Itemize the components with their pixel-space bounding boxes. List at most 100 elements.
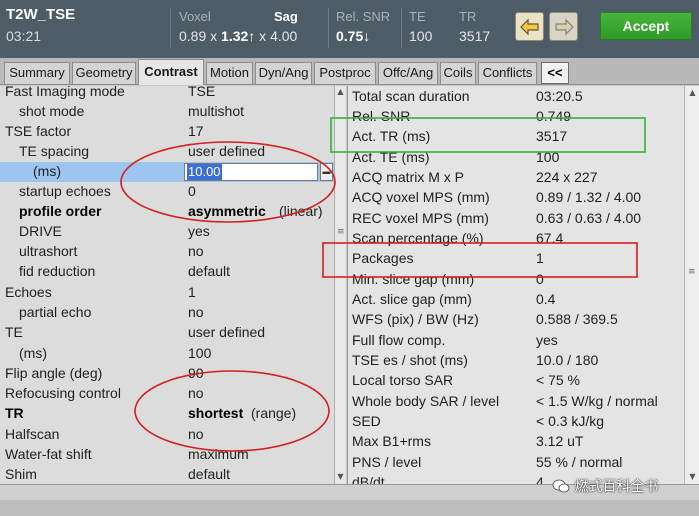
info-name: Total scan duration xyxy=(352,88,470,104)
voxel-z: 4.00 xyxy=(270,28,298,44)
info-row: REC voxel MPS (mm) 0.63 / 0.63 / 4.00 xyxy=(348,209,684,229)
info-value: 0.89 / 1.32 / 4.00 xyxy=(536,189,642,205)
param-value: default xyxy=(188,466,231,482)
param-value: no xyxy=(188,304,204,320)
tab-geometry[interactable]: Geometry xyxy=(72,62,136,84)
info-name: SED xyxy=(352,413,381,429)
info-name: Whole body SAR / level xyxy=(352,393,500,409)
info-name: PNS / level xyxy=(352,454,422,470)
param-value: user defined xyxy=(188,324,266,340)
parameter-scrollbar[interactable]: ▲ ≡ ▼ xyxy=(334,86,346,484)
te-spacing-input[interactable]: 10.00 xyxy=(184,163,318,181)
param-name: Shim xyxy=(5,466,37,482)
scroll-up-icon[interactable]: ▲ xyxy=(686,86,699,99)
tr-label: TR xyxy=(459,9,477,24)
info-name: Local torso SAR xyxy=(352,372,454,388)
param-row[interactable]: Shim default xyxy=(0,465,334,484)
info-value: < 0.3 kJ/kg xyxy=(536,413,605,429)
wechat-icon xyxy=(552,479,570,493)
param-name: Halfscan xyxy=(5,426,60,442)
info-row: TSE es / shot (ms) 10.0 / 180 xyxy=(348,351,684,371)
info-name: WFS (pix) / BW (Hz) xyxy=(352,311,479,327)
tab-conflicts[interactable]: Conflicts xyxy=(478,62,537,84)
tab-dyn-ang[interactable]: Dyn/Ang xyxy=(255,62,312,84)
info-value: 100 xyxy=(536,149,560,165)
param-row[interactable]: Fast Imaging mode TSE xyxy=(0,86,334,102)
tab-postproc[interactable]: Postproc xyxy=(314,62,376,84)
param-row[interactable]: DRIVE yes xyxy=(0,222,334,242)
param-row[interactable]: (ms) 100 xyxy=(0,344,334,364)
collapse-panel-button[interactable]: << xyxy=(541,62,569,84)
param-name: Water-fat shift xyxy=(5,446,92,462)
param-row-selected[interactable]: (ms) 10.00 ▬ xyxy=(0,162,334,182)
rel-snr-number: 0.75 xyxy=(336,28,364,44)
tab-summary[interactable]: Summary xyxy=(4,62,70,84)
info-name: Rel. SNR xyxy=(352,108,411,124)
param-name: TE spacing xyxy=(19,143,90,159)
info-value: 0 xyxy=(536,271,544,287)
param-row[interactable]: TSE factor 17 xyxy=(0,122,334,142)
info-scrollbar[interactable]: ▲ ≡ ▼ xyxy=(684,86,699,484)
info-row: Act. slice gap (mm) 0.4 xyxy=(348,290,684,310)
voxel-y: 1.32 xyxy=(221,28,249,44)
info-value: 3.12 uT xyxy=(536,433,584,449)
info-value: 224 x 227 xyxy=(536,169,598,185)
param-row[interactable]: Halfscan no xyxy=(0,425,334,445)
scan-time: 03:21 xyxy=(6,28,42,44)
param-value: default xyxy=(188,263,231,279)
info-row: Act. TR (ms) 3517 xyxy=(348,127,684,147)
scroll-up-icon[interactable]: ▲ xyxy=(335,86,346,98)
scroll-down-icon[interactable]: ▼ xyxy=(686,470,699,483)
info-row: Act. TE (ms) 100 xyxy=(348,148,684,168)
info-name: Act. slice gap (mm) xyxy=(352,291,472,307)
info-name: TSE es / shot (ms) xyxy=(352,352,468,368)
param-value: maximum xyxy=(188,446,249,462)
param-row[interactable]: Flip angle (deg) 90 xyxy=(0,364,334,384)
redo-button[interactable] xyxy=(549,12,578,41)
param-name: Echoes xyxy=(5,284,52,300)
undo-button[interactable] xyxy=(515,12,544,41)
scroll-grip-icon[interactable]: ≡ xyxy=(337,228,345,237)
param-name: partial echo xyxy=(19,304,92,320)
voxel-sep-2: x xyxy=(259,28,267,44)
te-label: TE xyxy=(409,9,426,24)
param-row[interactable]: Echoes 1 xyxy=(0,283,334,303)
watermark: 燃式百科全书 xyxy=(552,476,658,498)
accept-button[interactable]: Accept xyxy=(600,12,692,40)
info-value: 0.63 / 0.63 / 4.00 xyxy=(536,210,642,226)
param-row[interactable]: profile order asymmetric (linear) xyxy=(0,202,334,222)
orientation-label: Sag xyxy=(274,9,298,24)
param-row[interactable]: shot mode multishot xyxy=(0,102,334,122)
param-name: ultrashort xyxy=(19,243,78,259)
tab-coils[interactable]: Coils xyxy=(440,62,476,84)
param-value: no xyxy=(188,426,204,442)
param-row[interactable]: partial echo no xyxy=(0,303,334,323)
param-value: shortest xyxy=(188,405,244,421)
tab-contrast[interactable]: Contrast xyxy=(138,59,204,85)
param-row[interactable]: Water-fat shift maximum xyxy=(0,445,334,465)
param-row[interactable]: startup echoes 0 xyxy=(0,182,334,202)
param-value: 17 xyxy=(188,123,204,139)
param-value: user defined xyxy=(188,143,266,159)
param-row[interactable]: fid reduction default xyxy=(0,262,334,282)
info-name: REC voxel MPS (mm) xyxy=(352,210,489,226)
scroll-grip-icon[interactable]: ≡ xyxy=(688,268,697,277)
info-row: SED < 0.3 kJ/kg xyxy=(348,412,684,432)
info-row: Min. slice gap (mm) 0 xyxy=(348,270,684,290)
scroll-down-icon[interactable]: ▼ xyxy=(335,471,346,483)
param-row[interactable]: Refocusing control no xyxy=(0,384,334,404)
tab-motion[interactable]: Motion xyxy=(206,62,253,84)
param-row[interactable]: TR shortest (range) xyxy=(0,404,334,424)
info-row: PNS / level 55 % / normal xyxy=(348,453,684,473)
scan-parameters-window: T2W_TSE 03:21 Voxel Sag 0.89 x 1.32↑ x 4… xyxy=(0,0,699,516)
dropdown-arrow-icon[interactable]: ▬ xyxy=(320,163,333,181)
param-row[interactable]: TE spacing user defined xyxy=(0,142,334,162)
tab-offc-ang[interactable]: Offc/Ang xyxy=(378,62,438,84)
info-value: yes xyxy=(536,332,558,348)
info-value: 4 xyxy=(536,474,544,484)
param-row[interactable]: TE user defined xyxy=(0,323,334,343)
info-row: Total scan duration 03:20.5 xyxy=(348,87,684,107)
param-row[interactable]: ultrashort no xyxy=(0,242,334,262)
bottom-strip xyxy=(0,500,699,516)
scan-header: T2W_TSE 03:21 Voxel Sag 0.89 x 1.32↑ x 4… xyxy=(0,0,699,58)
